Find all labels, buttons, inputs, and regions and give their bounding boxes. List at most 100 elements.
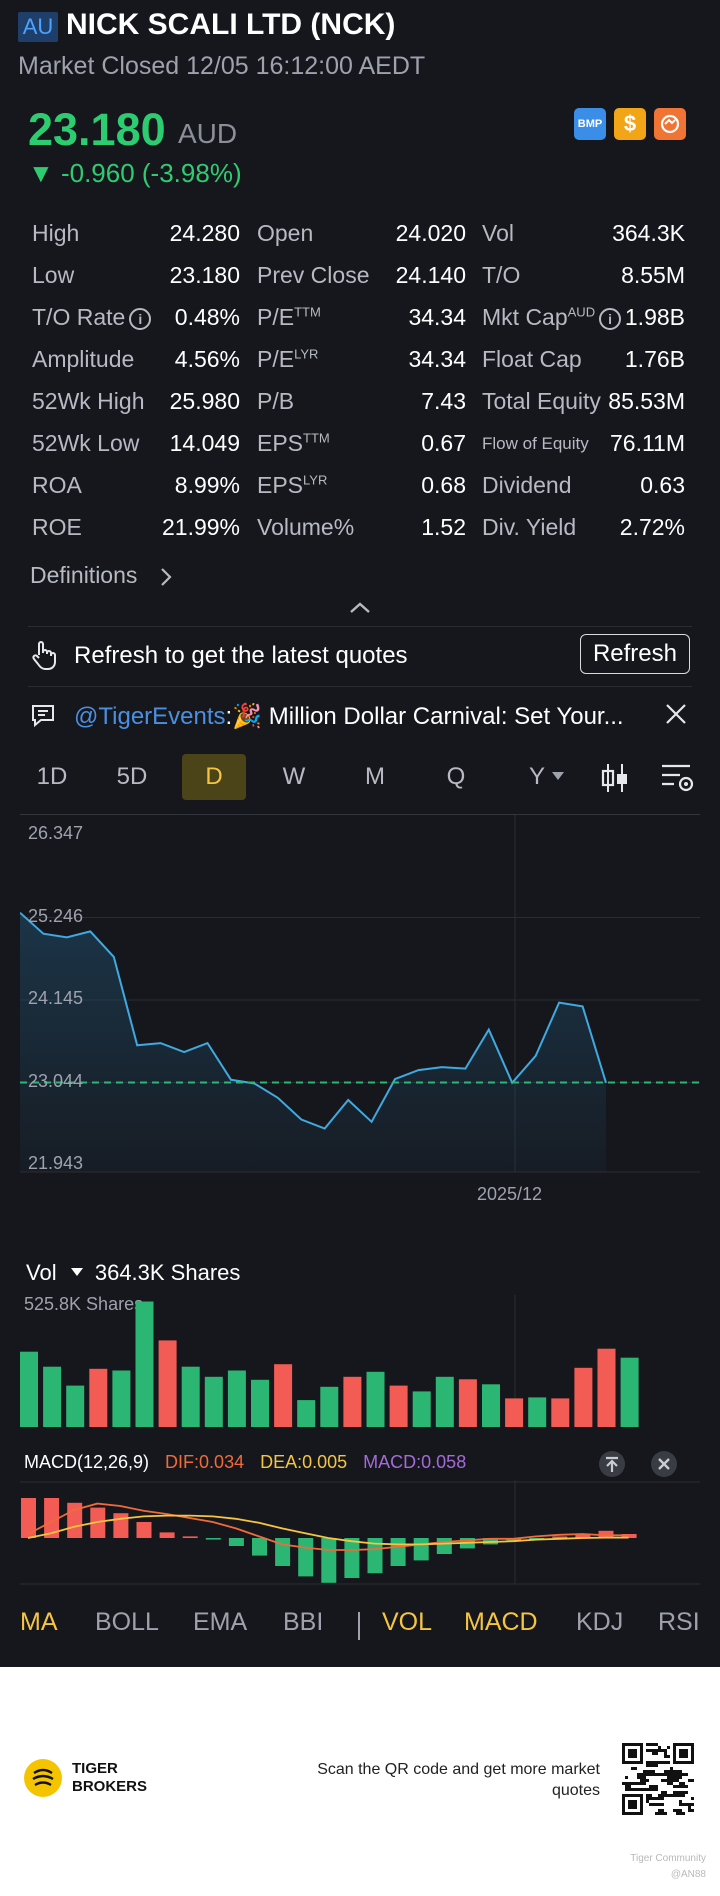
stat-label-text: Float Cap [482, 346, 582, 372]
volume-header[interactable]: Vol 364.3K Shares [26, 1260, 240, 1286]
y-tick-label: 26.347 [28, 823, 84, 843]
tab-5d[interactable]: 5D [100, 754, 164, 800]
dollar-icon[interactable]: $ [614, 108, 646, 140]
qr-module [652, 1803, 655, 1806]
tab-q[interactable]: Q [424, 754, 488, 800]
stat-value: 2.72% [619, 514, 685, 540]
message-icon [32, 705, 54, 728]
info-icon[interactable]: i [599, 307, 622, 330]
qr-module [652, 1749, 655, 1752]
stat-label: Open [257, 220, 313, 247]
event-text: @TigerEvents:🎉 Million Dollar Carnival: … [74, 702, 634, 731]
qr-module [652, 1797, 655, 1800]
macd-label: MACD:0.058 [363, 1452, 467, 1472]
qr-module [670, 1794, 673, 1797]
macd-bar [159, 1532, 175, 1538]
stat-label: Mkt CapAUD i [482, 304, 622, 331]
tab-1d[interactable]: 1D [20, 754, 84, 800]
indicator-macd[interactable]: MACD [464, 1608, 538, 1637]
stat-row: 52Wk High 25.980 P/B 7.43 Total Equity 85.53M [0, 382, 720, 422]
indicator-vol[interactable]: VOL [382, 1608, 432, 1637]
volume-chart[interactable] [20, 1295, 700, 1430]
volume-bar [458, 1379, 477, 1427]
qr-module [652, 1764, 655, 1767]
close-indicator-icon[interactable] [650, 1450, 678, 1478]
info-icon[interactable]: i [129, 307, 152, 330]
close-icon[interactable] [664, 702, 688, 726]
event-banner[interactable]: @TigerEvents:🎉 Million Dollar Carnival: … [0, 690, 720, 740]
stat-label-text: T/O Rate [32, 304, 126, 330]
volume-bar [320, 1386, 339, 1427]
event-mention[interactable]: @TigerEvents [74, 703, 226, 730]
tab-m[interactable]: M [343, 754, 407, 800]
volume-bar [112, 1370, 131, 1427]
qr-module [625, 1785, 628, 1788]
qr-module [628, 1785, 631, 1788]
qr-module [640, 1773, 643, 1776]
qr-module [691, 1779, 694, 1782]
indicator-boll[interactable]: BOLL [95, 1608, 159, 1637]
qr-module [655, 1812, 658, 1815]
qr-module [658, 1809, 661, 1812]
pin-top-icon[interactable] [598, 1450, 626, 1478]
qr-module [664, 1812, 667, 1815]
stat-superscript: LYR [303, 472, 328, 488]
share-footer: TIGER BROKERS Scan the QR code and get mo… [0, 1667, 720, 1896]
stat-superscript: TTM [303, 430, 330, 446]
watermark: Tiger Community @AN88 [630, 1851, 706, 1883]
qr-module [625, 1782, 628, 1785]
indicator-ema[interactable]: EMA [193, 1608, 247, 1637]
definitions-link[interactable]: Definitions [30, 562, 176, 589]
stat-superscript: AUD [567, 304, 596, 320]
qr-module [655, 1743, 658, 1746]
qr-module [628, 1788, 631, 1791]
stat-label: 52Wk Low [32, 430, 139, 457]
qr-module [646, 1764, 649, 1767]
qr-module [664, 1794, 667, 1797]
refresh-button[interactable]: Refresh [579, 634, 690, 674]
tab-w[interactable]: W [262, 754, 326, 800]
qr-module [643, 1773, 646, 1776]
indicator-bbi[interactable]: BBI [283, 1608, 323, 1637]
qr-module [637, 1782, 640, 1785]
volume-bar [435, 1376, 454, 1427]
price-chart[interactable]: 26.347 25.246 24.145 23.044 21.943 2025/12 [20, 815, 700, 1204]
qr-module [661, 1803, 664, 1806]
stat-value: 0.68 [421, 472, 466, 498]
qr-module [670, 1776, 673, 1779]
qr-module [640, 1782, 643, 1785]
chevron-up-icon[interactable] [348, 596, 372, 620]
qr-module [631, 1767, 634, 1770]
chart-settings-icon[interactable] [660, 762, 696, 794]
indicator-rsi[interactable]: RSI [658, 1608, 700, 1637]
volume-bar [620, 1357, 639, 1427]
qr-module [655, 1752, 658, 1755]
stat-value: 23.180 [169, 262, 240, 288]
bmp-icon[interactable]: BMP [574, 108, 606, 140]
qr-code[interactable] [622, 1743, 694, 1815]
qr-module [655, 1749, 658, 1752]
exchange-icon[interactable] [654, 108, 686, 140]
brand-line-2: BROKERS [72, 1778, 148, 1795]
qr-module [682, 1791, 685, 1794]
stat-value: 7.43 [421, 388, 466, 414]
qr-module [649, 1743, 652, 1746]
qr-module [646, 1761, 649, 1764]
candlestick-icon[interactable] [600, 762, 630, 794]
macd-chart[interactable] [20, 1480, 700, 1585]
stat-label-text: Prev Close [257, 262, 370, 288]
qr-module [682, 1782, 685, 1785]
indicator-ma[interactable]: MA [20, 1608, 58, 1637]
qr-module [664, 1755, 667, 1758]
indicator-kdj[interactable]: KDJ [576, 1608, 623, 1637]
dropdown-caret-icon[interactable] [552, 772, 564, 782]
volume-bar [551, 1398, 570, 1427]
currency-label: AUD [178, 118, 238, 149]
stat-label: P/B [257, 388, 294, 415]
bmp-icon-label: BMP [577, 118, 603, 130]
qr-module [661, 1791, 664, 1794]
tab-d[interactable]: D [182, 754, 246, 800]
stat-label-text: Volume% [257, 514, 355, 540]
macd-bar [298, 1538, 314, 1577]
qr-module [676, 1791, 679, 1794]
